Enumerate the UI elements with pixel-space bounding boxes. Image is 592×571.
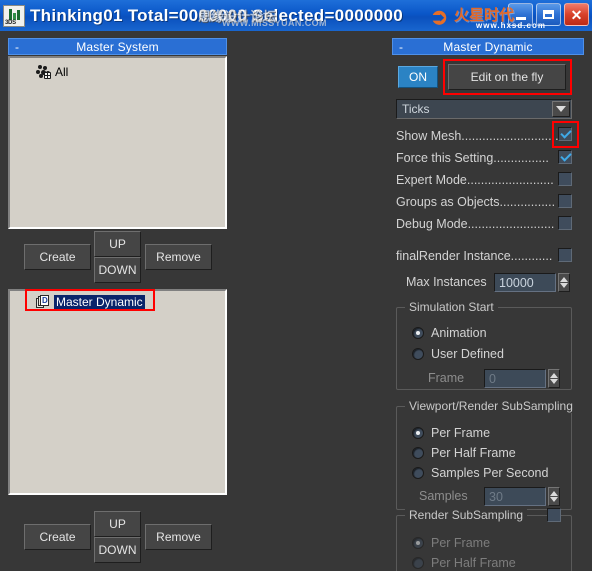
final-render-instance-checkbox[interactable] — [558, 248, 572, 262]
time-unit-dropdown[interactable]: Ticks — [396, 99, 572, 119]
max-instances-input[interactable]: 10000 — [494, 273, 556, 292]
collapse-toggle-icon-right[interactable]: - — [399, 39, 403, 55]
remove-dynamic-button[interactable]: Remove — [145, 524, 212, 550]
force-this-setting-label: Force this Setting................ — [396, 151, 549, 165]
master-dynamic-listbox[interactable]: D Master Dynamic — [8, 289, 227, 495]
user-defined-label: User Defined — [431, 347, 504, 361]
frame-label: Frame — [428, 371, 465, 385]
edit-on-the-fly-button[interactable]: Edit on the fly — [448, 64, 566, 90]
master-system-listbox[interactable]: All — [8, 56, 227, 229]
show-mesh-checkbox[interactable] — [558, 127, 572, 141]
groups-as-objects-label: Groups as Objects................ — [396, 195, 556, 209]
3ds-max-icon: 3DS — [3, 4, 25, 27]
expert-mode-row[interactable]: Expert Mode......................... — [396, 172, 554, 188]
frame-input[interactable]: 0 — [484, 369, 546, 388]
app-icon-tag: 3DS — [5, 19, 16, 26]
animation-label: Animation — [431, 326, 487, 340]
minimize-button[interactable] — [508, 3, 533, 26]
samples-spinner[interactable] — [548, 487, 560, 506]
watermark-url-text: WWW.MISSYUAN.COM — [222, 18, 327, 28]
render-per-frame-radio-row[interactable]: Per Frame — [412, 536, 490, 550]
move-system-down-button[interactable]: DOWN — [94, 257, 141, 283]
tree-item-all[interactable]: All — [34, 64, 225, 80]
user-defined-radio[interactable] — [412, 348, 424, 360]
samples-input[interactable]: 30 — [484, 487, 546, 506]
create-dynamic-button[interactable]: Create — [24, 524, 91, 550]
debug-mode-label: Debug Mode......................... — [396, 217, 555, 231]
move-dynamic-down-button[interactable]: DOWN — [94, 537, 141, 563]
list-item-master-dynamic[interactable]: D Master Dynamic — [34, 294, 225, 310]
window-controls: ✕ — [508, 3, 589, 26]
viewport-samples-per-second-label: Samples Per Second — [431, 466, 549, 480]
show-mesh-label: Show Mesh............................ — [396, 129, 559, 143]
render-per-frame-radio[interactable] — [412, 537, 424, 549]
render-subsampling-enable-checkbox[interactable] — [547, 508, 561, 522]
viewport-per-half-frame-radio-row[interactable]: Per Half Frame — [412, 446, 516, 460]
simulation-start-title: Simulation Start — [405, 300, 498, 314]
viewport-per-half-frame-label: Per Half Frame — [431, 446, 516, 460]
remove-system-button[interactable]: Remove — [145, 244, 212, 270]
tree-item-label: All — [55, 65, 69, 79]
force-this-setting-checkbox[interactable] — [558, 150, 572, 164]
simulation-start-animation-radio-row[interactable]: Animation — [412, 326, 487, 340]
create-system-button[interactable]: Create — [24, 244, 91, 270]
window-titlebar: 3DS Thinking01 Total=0000000 Selected=00… — [0, 0, 592, 31]
viewport-samples-per-second-radio[interactable] — [412, 467, 424, 479]
thinking-particles-window: 3DS Thinking01 Total=0000000 Selected=00… — [0, 0, 592, 571]
on-toggle-button[interactable]: ON — [398, 66, 438, 88]
close-button[interactable]: ✕ — [564, 3, 589, 26]
collapse-toggle-icon[interactable]: - — [15, 39, 19, 55]
viewport-per-frame-radio[interactable] — [412, 427, 424, 439]
viewport-samples-per-second-radio-row[interactable]: Samples Per Second — [412, 466, 548, 480]
final-render-instance-label: finalRender Instance............ — [396, 249, 553, 263]
list-item-label: Master Dynamic — [54, 295, 145, 309]
force-this-setting-row[interactable]: Force this Setting................ — [396, 150, 549, 166]
time-unit-value: Ticks — [402, 102, 430, 116]
render-per-half-frame-radio-row[interactable]: Per Half Frame — [412, 556, 516, 570]
master-system-panel-header[interactable]: - Master System — [8, 38, 227, 55]
chevron-down-icon[interactable] — [552, 101, 570, 117]
dynamic-set-icon: D — [36, 295, 51, 309]
maximize-button[interactable] — [536, 3, 561, 26]
show-mesh-row[interactable]: Show Mesh............................ — [396, 128, 559, 144]
render-subsampling-title: Render SubSampling — [405, 508, 528, 522]
watermark-logo-text: 火星时代 — [454, 7, 515, 24]
simulation-start-user-defined-radio-row[interactable]: User Defined — [412, 347, 504, 361]
close-icon: ✕ — [570, 6, 583, 23]
debug-mode-checkbox[interactable] — [558, 216, 572, 230]
viewport-render-subsampling-title: Viewport/Render SubSampling — [405, 399, 577, 413]
viewport-per-frame-label: Per Frame — [431, 426, 491, 440]
samples-label: Samples — [419, 489, 468, 503]
frame-spinner[interactable] — [548, 369, 560, 388]
final-render-instance-row[interactable]: finalRender Instance............ — [396, 248, 552, 264]
debug-mode-row[interactable]: Debug Mode......................... — [396, 216, 554, 232]
viewport-per-half-frame-radio[interactable] — [412, 447, 424, 459]
move-dynamic-up-button[interactable]: UP — [94, 511, 141, 537]
render-per-half-frame-label: Per Half Frame — [431, 556, 516, 570]
render-per-half-frame-radio[interactable] — [412, 557, 424, 569]
groups-as-objects-row[interactable]: Groups as Objects................ — [396, 194, 555, 210]
watermark-swoosh-icon: ➲ — [430, 4, 449, 29]
viewport-per-frame-radio-row[interactable]: Per Frame — [412, 426, 490, 440]
expert-mode-checkbox[interactable] — [558, 172, 572, 186]
render-per-frame-label: Per Frame — [431, 536, 491, 550]
max-instances-label: Max Instances — [406, 275, 487, 289]
expert-mode-label: Expert Mode......................... — [396, 173, 554, 187]
particle-system-icon — [36, 65, 51, 79]
max-instances-spinner[interactable] — [558, 273, 570, 292]
master-dynamic-panel-title: Master Dynamic — [443, 39, 533, 54]
master-dynamic-panel-header[interactable]: - Master Dynamic — [392, 38, 584, 55]
animation-radio[interactable] — [412, 327, 424, 339]
groups-as-objects-checkbox[interactable] — [558, 194, 572, 208]
master-system-panel-title: Master System — [76, 39, 159, 54]
move-system-up-button[interactable]: UP — [94, 231, 141, 257]
